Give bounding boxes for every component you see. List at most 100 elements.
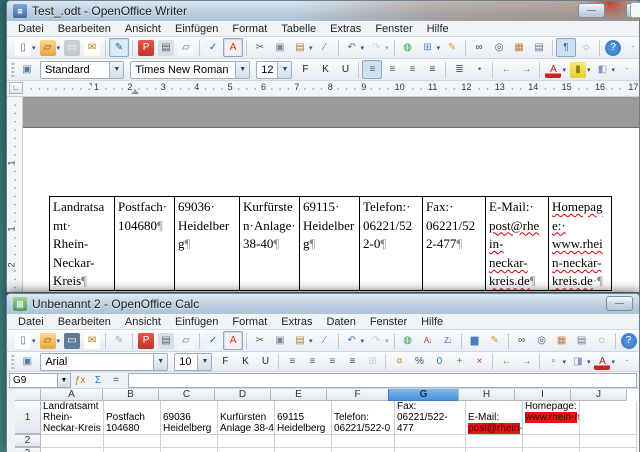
gallery-button[interactable]: ▦ bbox=[509, 38, 529, 57]
format-paintbrush-button[interactable]: ⁄ bbox=[315, 331, 335, 350]
cell-h3[interactable] bbox=[466, 448, 523, 452]
cell-c2[interactable] bbox=[161, 435, 218, 448]
table-cell[interactable]: Kurfürste n·Anlage· 38-40¶ bbox=[239, 196, 300, 291]
spellcheck-button[interactable]: ✓ bbox=[203, 331, 223, 350]
cell-b1[interactable]: Postfach 104680 bbox=[104, 401, 161, 435]
cell-reference-box[interactable]: G9 ▼ bbox=[9, 373, 71, 388]
cell-e1[interactable]: 69115 Heidelberg bbox=[275, 401, 332, 435]
table-cell[interactable]: Postfach· 104680¶ bbox=[114, 196, 175, 291]
menu-fenster[interactable]: Fenster bbox=[363, 316, 414, 328]
menu-datei[interactable]: Datei bbox=[11, 316, 51, 328]
menu-daten[interactable]: Daten bbox=[319, 316, 362, 328]
row-header-1[interactable]: 1 bbox=[15, 400, 41, 434]
cell-g1[interactable]: Fax: 06221/522- 477 bbox=[395, 401, 466, 435]
toolbar-grip[interactable] bbox=[11, 62, 15, 78]
column-header-a[interactable]: A bbox=[40, 389, 103, 401]
table-cell[interactable]: 69115· Heidelber g¶ bbox=[299, 196, 360, 291]
sort-ascending-button[interactable]: A↓ bbox=[418, 331, 438, 350]
page-preview-button[interactable]: ▱ bbox=[176, 38, 196, 57]
font-size-combo[interactable]: 12 ▼ bbox=[256, 61, 292, 79]
autospellcheck-button[interactable]: A bbox=[223, 331, 243, 350]
cell-i3[interactable] bbox=[523, 448, 580, 452]
align-justify-button[interactable]: ≡ bbox=[342, 352, 362, 371]
cell-g3[interactable] bbox=[395, 448, 466, 452]
copy-button[interactable]: ▣ bbox=[270, 38, 290, 57]
column-header-j[interactable]: J bbox=[570, 389, 627, 401]
cell-j3[interactable] bbox=[580, 448, 637, 452]
bold-button[interactable]: F bbox=[215, 352, 235, 371]
increase-indent-button[interactable]: → bbox=[516, 352, 536, 371]
menu-fenster[interactable]: Fenster bbox=[368, 23, 419, 35]
align-right-button[interactable]: ≡ bbox=[322, 352, 342, 371]
navigator-button[interactable]: ◎ bbox=[532, 331, 552, 350]
column-header-c[interactable]: C bbox=[158, 389, 215, 401]
cut-button[interactable]: ✂ bbox=[250, 331, 270, 350]
cell-f3[interactable] bbox=[332, 448, 395, 452]
print-button[interactable]: ▤ bbox=[156, 331, 176, 350]
open-folder-button[interactable]: ▱▾ bbox=[38, 38, 63, 57]
paragraph-style-combo[interactable]: Standard ▼ bbox=[40, 61, 124, 79]
table-cell[interactable]: Homepag e:· www.rhei n-neckar- kreis.de·… bbox=[548, 196, 612, 291]
undo-button[interactable]: ↶▾ bbox=[342, 331, 367, 350]
writer-titlebar[interactable]: ≡ Test_.odt - OpenOffice Writer — ❐ bbox=[7, 1, 639, 21]
cell-a3[interactable] bbox=[41, 448, 104, 452]
minimize-button[interactable]: — bbox=[578, 3, 605, 18]
menu-extras[interactable]: Extras bbox=[323, 23, 368, 35]
numbered-list-button[interactable]: ≣ bbox=[449, 60, 469, 79]
column-header-i[interactable]: I bbox=[514, 389, 571, 401]
export-pdf-button[interactable]: P bbox=[136, 331, 156, 350]
column-header-g[interactable]: G bbox=[388, 389, 459, 401]
align-right-button[interactable]: ≡ bbox=[402, 60, 422, 79]
cut-button[interactable]: ✂ bbox=[250, 38, 270, 57]
cell-f1[interactable]: Telefon: 06221/522-0 bbox=[332, 401, 395, 435]
export-pdf-button[interactable]: P bbox=[136, 38, 156, 57]
background-color-button[interactable]: ◨▾ bbox=[568, 352, 593, 371]
menu-datei[interactable]: Datei bbox=[11, 23, 51, 35]
decrease-indent-button[interactable]: ← bbox=[496, 60, 516, 79]
add-decimal-button[interactable]: + bbox=[449, 352, 469, 371]
bold-button[interactable]: F bbox=[295, 60, 315, 79]
more-button[interactable]: ⋅ bbox=[617, 60, 637, 79]
decrease-indent-button[interactable]: ← bbox=[496, 352, 516, 371]
align-center-button[interactable]: ≡ bbox=[302, 352, 322, 371]
menu-ansicht[interactable]: Ansicht bbox=[118, 316, 168, 328]
paste-button[interactable]: ▤▾ bbox=[290, 38, 315, 57]
menu-einfugen[interactable]: Einfügen bbox=[168, 316, 225, 328]
font-name-combo[interactable]: Arial ▼ bbox=[40, 353, 168, 371]
zoom-button[interactable]: ◌ bbox=[576, 38, 596, 57]
column-header-f[interactable]: F bbox=[326, 389, 389, 401]
underline-button[interactable]: U bbox=[255, 352, 275, 371]
menu-extras[interactable]: Extras bbox=[274, 316, 319, 328]
borders-button[interactable]: ▫▾ bbox=[543, 352, 568, 371]
cell-e2[interactable] bbox=[275, 435, 332, 448]
data-sources-button[interactable]: ▤ bbox=[572, 331, 592, 350]
navigator-button[interactable]: ◎ bbox=[489, 38, 509, 57]
zoom-button[interactable]: ◌ bbox=[592, 331, 612, 350]
menu-hilfe[interactable]: Hilfe bbox=[414, 316, 450, 328]
delete-decimal-button[interactable]: × bbox=[469, 352, 489, 371]
cell-i2[interactable] bbox=[523, 435, 580, 448]
standard-format-button[interactable]: 0 bbox=[429, 352, 449, 371]
hyperlink-button[interactable]: ◍ bbox=[398, 38, 418, 57]
italic-button[interactable]: K bbox=[235, 352, 255, 371]
cell-d2[interactable] bbox=[218, 435, 275, 448]
insert-table-button[interactable]: ⊞▾ bbox=[418, 38, 443, 57]
writer-document-area[interactable]: 112 Landratsa mt· Rhein- Neckar- Kreis¶P… bbox=[7, 97, 639, 293]
cell-h1[interactable]: E-Mail: post@rhein-ne bbox=[466, 401, 523, 435]
highlighting-button[interactable]: ▮▾ bbox=[568, 60, 593, 79]
function-wizard-icon[interactable]: ƒx bbox=[71, 373, 89, 388]
cell-f2[interactable] bbox=[332, 435, 395, 448]
more-button[interactable]: ⋅ bbox=[623, 38, 640, 57]
menu-einfugen[interactable]: Einfügen bbox=[168, 23, 225, 35]
increase-indent-button[interactable]: → bbox=[516, 60, 536, 79]
equals-icon[interactable]: = bbox=[107, 373, 125, 388]
undo-button[interactable]: ↶▾ bbox=[342, 38, 367, 57]
cell-d3[interactable] bbox=[218, 448, 275, 452]
align-justify-button[interactable]: ≡ bbox=[422, 60, 442, 79]
table-cell[interactable]: Fax:· 06221/52 2-477¶ bbox=[422, 196, 486, 291]
paste-button[interactable]: ▤▾ bbox=[290, 331, 315, 350]
new-document-button[interactable]: ▯▾ bbox=[13, 38, 38, 57]
toolbar-grip[interactable] bbox=[11, 354, 15, 370]
draw-functions-button[interactable]: ✎ bbox=[485, 331, 505, 350]
align-left-button[interactable]: ≡ bbox=[282, 352, 302, 371]
